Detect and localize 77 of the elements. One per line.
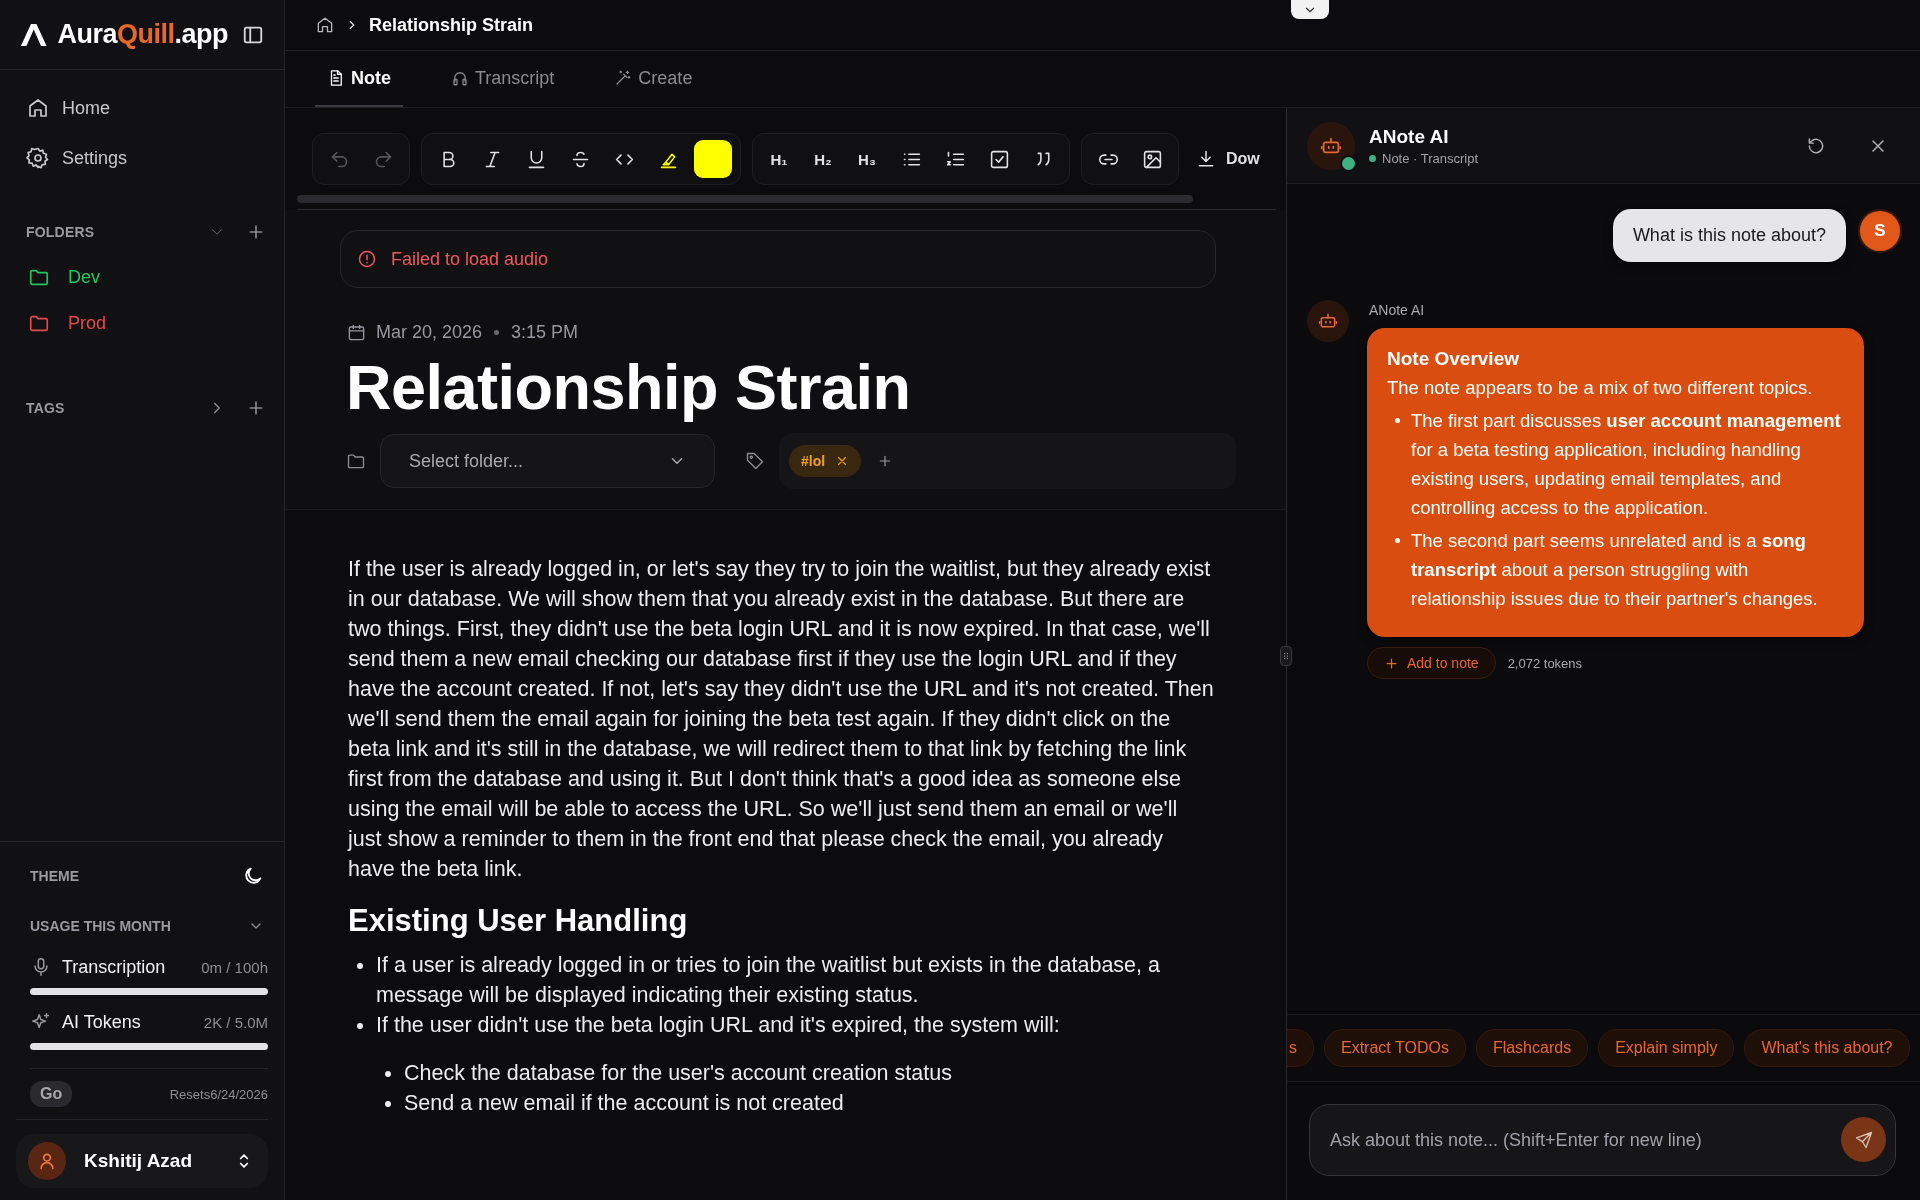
list-item: Check the database for the user's account creation status (380, 1058, 1246, 1088)
moon-icon (242, 865, 264, 887)
nav-item[interactable]: Settings (14, 136, 270, 180)
reset-date: Resets6/24/2026 (169, 1086, 268, 1102)
scrollbar[interactable] (297, 195, 1193, 203)
heading-button[interactable]: H₂ (801, 138, 845, 180)
brand-name: AuraQuill.app (57, 19, 228, 50)
token-count: 2,072 tokens (1507, 655, 1583, 671)
user-avatar: S (1860, 211, 1900, 251)
home-link[interactable] (315, 15, 335, 35)
meter-reading: 0m / 100h (201, 958, 268, 976)
refresh-icon (1806, 135, 1826, 156)
section-label: TAGS (26, 400, 66, 416)
chat-input[interactable]: Ask about this note... (Shift+Enter for new line) (1309, 1104, 1896, 1176)
tags-field[interactable]: #lol (779, 433, 1236, 489)
list-item: If a user is already logged in or tries to join the waitlist but exists in the database, a message will be displayed indicating their existing status. (352, 950, 1246, 1010)
section-label: USAGE THIS MONTH (30, 918, 171, 934)
image-icon (1141, 148, 1163, 170)
tab[interactable]: Note (315, 51, 403, 107)
meter-reading: 2K / 5.0M (203, 1013, 268, 1031)
send-icon (1853, 1129, 1874, 1150)
list-item: If the user didn't use the beta login URL and it's expired, the system will: (352, 1010, 1246, 1040)
heading-button[interactable]: H₃ (845, 138, 889, 180)
message-heading: Note Overview (1387, 347, 1520, 371)
section-label: FOLDERS (26, 224, 96, 240)
settings-icon (26, 146, 50, 170)
user-menu-button[interactable]: Kshitij Azad (16, 1134, 268, 1188)
home-icon (315, 15, 335, 35)
heading-button[interactable]: H₁ (757, 138, 801, 180)
plus-icon (1384, 655, 1399, 671)
tab[interactable]: Create (602, 51, 705, 107)
suggestion-chip[interactable]: Extract TODOs (1324, 1029, 1466, 1067)
suggestion-chip[interactable]: Flashcards (1475, 1029, 1589, 1067)
tag-chip[interactable]: #lol (789, 445, 862, 477)
section-label: THEME (30, 868, 79, 884)
note-title: Relationship Strain (346, 351, 912, 424)
add-to-note-button[interactable]: Add to note (1367, 647, 1496, 679)
folder-item[interactable]: Prod (0, 300, 284, 346)
collapse-tab[interactable] (1291, 0, 1329, 19)
highlight-color-swatch[interactable] (694, 140, 732, 178)
grip-icon (1281, 651, 1291, 661)
user-message: What is this note about? (1612, 209, 1846, 262)
calendar-icon (347, 323, 366, 342)
error-banner: Failed to load audio (340, 230, 1216, 288)
folder-item[interactable]: Dev (0, 254, 284, 300)
meter-label: Transcription (62, 956, 167, 978)
plan-button[interactable]: Go (30, 1081, 73, 1107)
wand-icon (614, 69, 633, 87)
section-heading: Existing User Handling (348, 906, 689, 936)
folder-select[interactable]: Select folder... (380, 434, 715, 488)
headphones-icon (451, 69, 469, 87)
message-text: The note appears to be a mix of two different topics. (1387, 376, 1814, 400)
nav-item[interactable]: Home (14, 86, 270, 130)
user-icon (37, 1151, 57, 1171)
tab[interactable]: Transcript (439, 51, 567, 107)
list-item: Send a new email if the account is not created (380, 1088, 1246, 1118)
alert-icon (357, 249, 377, 269)
home-icon (26, 96, 50, 120)
note-paragraph: If the user is already logged in, or let's say they try to join the waitlist, but they already exist in our database. We will show them that you already exist in the database. But there are two things. First, they didn't use the beta login URL and it is now expired. In that case, we'll send them a new email checking our database first if they use the login URL and if they have the account created. If not, let's say they didn't use the URL and it's not created. Then we'll send them the email again for joining the beta test again. If they didn't click on the beta link and it's still in the database, we will redirect them to that link by fetching the link first from the database and using it. But I don't think that's a good idea as someone else using the email will be able to access the URL. So we'll just send them an email or we'll just show a reminder to them in the front end that please check the email, you already have the beta link. (348, 556, 1214, 883)
download-icon (1196, 149, 1216, 169)
meter-label: AI Tokens (62, 1011, 142, 1033)
tag-icon (745, 451, 765, 471)
note-time: 3:15 PM (511, 322, 579, 343)
suggestion-chip[interactable]: s (1287, 1029, 1314, 1067)
chat-context: Note · Transcript (1382, 150, 1479, 166)
message-bullet: The first part discusses user account management for a beta testing application, including handling existing users, updating email templates, and controlling access to the application. (1389, 406, 1844, 522)
note-date: Mar 20, 2026 (376, 322, 483, 343)
suggestion-chip[interactable]: Explain simply (1598, 1029, 1735, 1067)
breadcrumb-current: Relationship Strain (369, 14, 534, 36)
message-bullet: The second part seems unrelated and is a song transcript about a person struggling with relationship issues due to their partner's changes. (1389, 526, 1844, 613)
robot-icon (1318, 311, 1338, 331)
chat-title: ANote AI (1369, 125, 1450, 148)
suggestion-chip[interactable]: What's this about? (1744, 1029, 1910, 1067)
download-button[interactable]: Dow (1190, 138, 1260, 180)
checkbox-icon (988, 148, 1010, 170)
resize-handle[interactable] (1280, 646, 1292, 666)
sender-name: ANote AI (1369, 302, 1426, 318)
